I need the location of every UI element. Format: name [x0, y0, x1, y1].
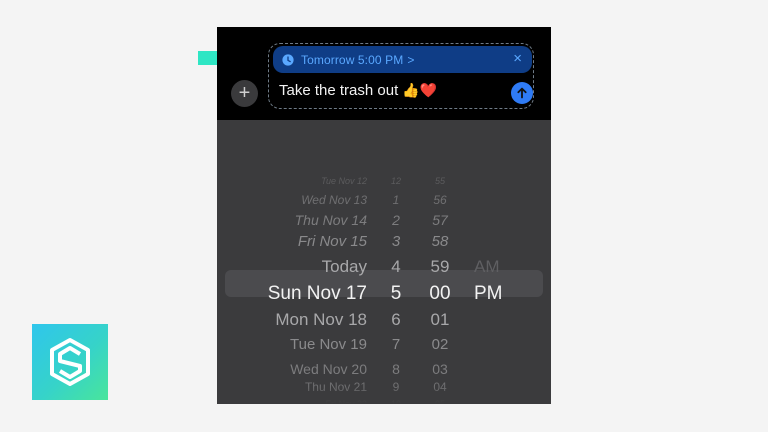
phone-screen: Tomorrow 5:00 PM > × Take the trash out …: [217, 27, 551, 404]
hour-option[interactable]: 8: [379, 362, 413, 376]
minute-option[interactable]: 01: [422, 311, 458, 328]
date-option[interactable]: Tue Nov 19: [290, 337, 367, 352]
period-option[interactable]: PM: [474, 284, 503, 303]
date-option[interactable]: Sun Nov 17: [268, 284, 367, 303]
message-input[interactable]: Take the trash out 👍❤️: [279, 82, 437, 99]
hour-option[interactable]: 2: [379, 213, 413, 227]
hour-option[interactable]: 5: [379, 284, 413, 303]
date-option[interactable]: Wed Nov 13: [301, 194, 367, 206]
date-option[interactable]: Wed Nov 20: [290, 362, 367, 376]
minute-option[interactable]: 05: [422, 400, 458, 405]
message-emoji: 👍❤️: [402, 82, 438, 98]
hour-option[interactable]: 4: [379, 258, 413, 275]
minute-option[interactable]: 02: [422, 337, 458, 352]
minute-option[interactable]: 03: [422, 362, 458, 376]
brand-logo-icon: [50, 338, 90, 386]
date-option[interactable]: Thu Nov 14: [295, 213, 367, 227]
message-composer: Tomorrow 5:00 PM > × Take the trash out …: [217, 27, 551, 120]
date-option[interactable]: Fri Nov 22: [325, 400, 367, 405]
hour-option[interactable]: 1: [379, 194, 413, 206]
send-button[interactable]: [511, 82, 533, 104]
brand-logo: [32, 324, 108, 400]
date-time-picker[interactable]: Tue Nov 12 Wed Nov 13 Thu Nov 14 Fri Nov 15…: [217, 120, 551, 404]
hour-option[interactable]: 6: [379, 311, 413, 328]
chevron-right-icon: >: [407, 52, 415, 67]
hour-option[interactable]: 12: [379, 177, 413, 186]
minute-option[interactable]: 58: [422, 234, 458, 249]
hour-option[interactable]: 10: [379, 400, 413, 405]
period-option[interactable]: AM: [474, 258, 500, 275]
schedule-label: Tomorrow 5:00 PM: [301, 52, 404, 67]
hour-option[interactable]: 9: [379, 381, 413, 393]
add-attachment-button[interactable]: +: [231, 80, 258, 107]
arrow-up-icon: [517, 87, 527, 99]
date-option[interactable]: Mon Nov 18: [275, 311, 367, 328]
date-option[interactable]: Today: [322, 258, 367, 275]
minute-option[interactable]: 00: [422, 284, 458, 303]
hour-option[interactable]: 7: [379, 337, 413, 352]
date-option[interactable]: Fri Nov 15: [298, 234, 367, 249]
scheduled-send-pill[interactable]: Tomorrow 5:00 PM > ×: [273, 46, 532, 73]
hour-option[interactable]: 3: [379, 234, 413, 249]
message-text: Take the trash out: [279, 82, 399, 99]
minute-option[interactable]: 55: [422, 177, 458, 186]
date-option[interactable]: Thu Nov 21: [305, 381, 367, 393]
minute-option[interactable]: 56: [422, 194, 458, 206]
close-icon[interactable]: ×: [513, 50, 522, 67]
minute-option[interactable]: 59: [422, 258, 458, 275]
clock-icon: [282, 53, 294, 66]
date-option[interactable]: Tue Nov 12: [321, 177, 367, 186]
minute-option[interactable]: 57: [422, 213, 458, 227]
minute-option[interactable]: 04: [422, 381, 458, 393]
